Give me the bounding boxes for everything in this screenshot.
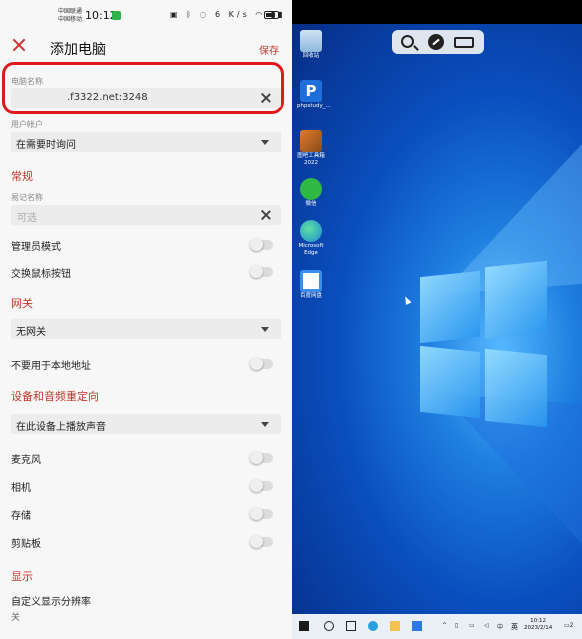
status-bar: 中国联通 中国移动 10:12 ▣ ᛒ ◌ 6 K/s ◠ ▮▮ [0,0,292,32]
clock-date: 2023/2/14 [524,625,553,631]
battery-icon [264,11,279,19]
friendly-name-label: 易记名称 [11,193,43,202]
page-title: 添加电脑 [50,42,106,58]
wechat-icon [300,178,322,200]
clock[interactable]: 10:12 2023/2/14 [524,618,552,632]
user-account-value: 在需要时询问 [16,140,76,151]
network-speed: 6 K/s [215,10,250,19]
wechat-notification-icon [112,11,121,20]
admin-mode-label: 管理员模式 [11,242,61,253]
user-account-select[interactable]: 在需要时询问 [11,132,281,152]
recycle-bin-icon [300,30,322,52]
edge-taskbar-icon[interactable] [368,621,378,631]
task-view-icon[interactable] [346,621,356,631]
language-indicator[interactable]: 英 [511,622,518,632]
swap-mouse-label: 交换鼠标按钮 [11,269,71,280]
windows-taskbar: ^ ▯ ▭ ◁ 中 英 10:12 2023/2/14 ▭2 [292,614,582,639]
desktop-icon-label: 微信 [305,201,317,207]
bypass-local-label: 不要用于本地地址 [11,361,91,372]
camera-label: 相机 [11,483,31,494]
notification-count: 2 [569,622,574,629]
nfc-icon: ▣ [170,10,181,19]
carrier-1: 中国联通 [58,8,83,15]
swap-mouse-toggle[interactable] [250,265,273,278]
admin-mode-toggle[interactable] [250,238,273,251]
dropdown-arrow-icon [261,327,269,332]
app-bar: 添加电脑 保存 [0,32,292,62]
desktop-icon-wechat[interactable]: 微信 [297,178,325,208]
custom-res-label[interactable]: 自定义显示分辨率 [11,593,91,608]
desktop-icon-label: 百度网盘 [299,293,322,299]
clock-time: 10:12 [530,618,547,624]
dropdown-arrow-icon [261,422,269,427]
storage-toggle[interactable] [250,507,273,520]
input-method-icon[interactable]: 中 [497,622,503,631]
desktop-icon-toolbox[interactable]: 图吧工具箱2022 [297,130,325,167]
network-icon[interactable]: ▭ [469,622,475,629]
bypass-local-toggle[interactable] [250,357,273,370]
mic-toggle[interactable] [250,451,273,464]
sound-value: 在此设备上播放声音 [16,422,106,433]
baidu-netdisk-icon [300,270,322,292]
gateway-select[interactable]: 无网关 [11,319,281,339]
search-icon[interactable] [324,621,334,631]
save-button[interactable]: 保存 [259,42,279,57]
clipboard-toggle[interactable] [250,535,273,548]
clipboard-label: 剪贴板 [11,539,41,550]
storage-label: 存储 [11,511,31,522]
desktop-icon-phpstudy[interactable]: P phpstudy_... [297,80,331,110]
remote-desktop-view: 回收站 P phpstudy_... 图吧工具箱2022 微信 Microsof… [292,0,582,639]
tray-app-icon[interactable]: ▯ [455,622,458,629]
dropdown-arrow-icon [261,140,269,145]
pc-name-value: .f3322.net:3248 [67,92,148,103]
user-account-label: 用户帐户 [11,120,43,129]
friendly-name-input[interactable]: 可选 [11,205,281,225]
desktop-wallpaper[interactable]: 回收站 P phpstudy_... 图吧工具箱2022 微信 Microsof… [292,24,582,614]
section-display: 显示 [11,570,33,583]
camera-toggle[interactable] [250,479,273,492]
desktop-icon-label: 回收站 [302,53,320,59]
tray-chevron-icon[interactable]: ^ [442,622,447,629]
desktop-icon-label: Microsoft Edge [298,243,324,256]
edge-icon [300,220,322,242]
section-gateway: 网关 [11,297,33,310]
store-icon[interactable] [412,621,422,631]
start-icon[interactable] [299,621,309,631]
section-general: 常规 [11,170,33,183]
remote-desktop-icon[interactable] [428,34,444,50]
file-explorer-icon[interactable] [390,621,400,631]
remote-session-toolbar [392,30,484,54]
clear-icon[interactable] [261,210,271,220]
desktop-icon-edge[interactable]: Microsoft Edge [297,220,325,257]
zoom-icon[interactable] [401,35,414,48]
keyboard-icon[interactable] [454,37,474,48]
pc-name-input[interactable]: .f3322.net:3248 [11,88,281,108]
windows-logo [420,260,550,428]
notification-icon[interactable]: ▭2 [564,622,574,629]
carrier-2: 中国移动 [58,16,83,23]
friendly-name-placeholder: 可选 [17,213,37,224]
close-icon[interactable] [12,38,26,52]
desktop-icon-baidu-netdisk[interactable]: 百度网盘 [297,270,325,300]
bluetooth-icon: ᛒ [186,10,194,19]
clear-icon[interactable] [261,93,271,103]
carrier-names: 中国联通 中国移动 [58,8,82,24]
sound-select[interactable]: 在此设备上播放声音 [11,414,281,434]
custom-res-value: 关 [11,613,21,623]
gateway-value: 无网关 [16,327,46,338]
rd-client-app: 中国联通 中国移动 10:12 ▣ ᛒ ◌ 6 K/s ◠ ▮▮ 添加电脑 保存… [0,0,292,639]
desktop-icon-label: 图吧工具箱2022 [297,153,325,166]
desktop-icon-label: phpstudy_... [297,103,331,109]
mic-label: 麦克风 [11,455,41,466]
volume-icon[interactable]: ◁ [484,622,489,629]
pc-name-label: 电脑名称 [11,77,43,86]
mute-icon: ◌ [199,10,210,19]
desktop-icon-recycle-bin[interactable]: 回收站 [297,30,325,60]
section-redirection: 设备和音频重定向 [11,390,99,403]
toolbox-icon [300,130,322,152]
phpstudy-icon: P [300,80,322,102]
